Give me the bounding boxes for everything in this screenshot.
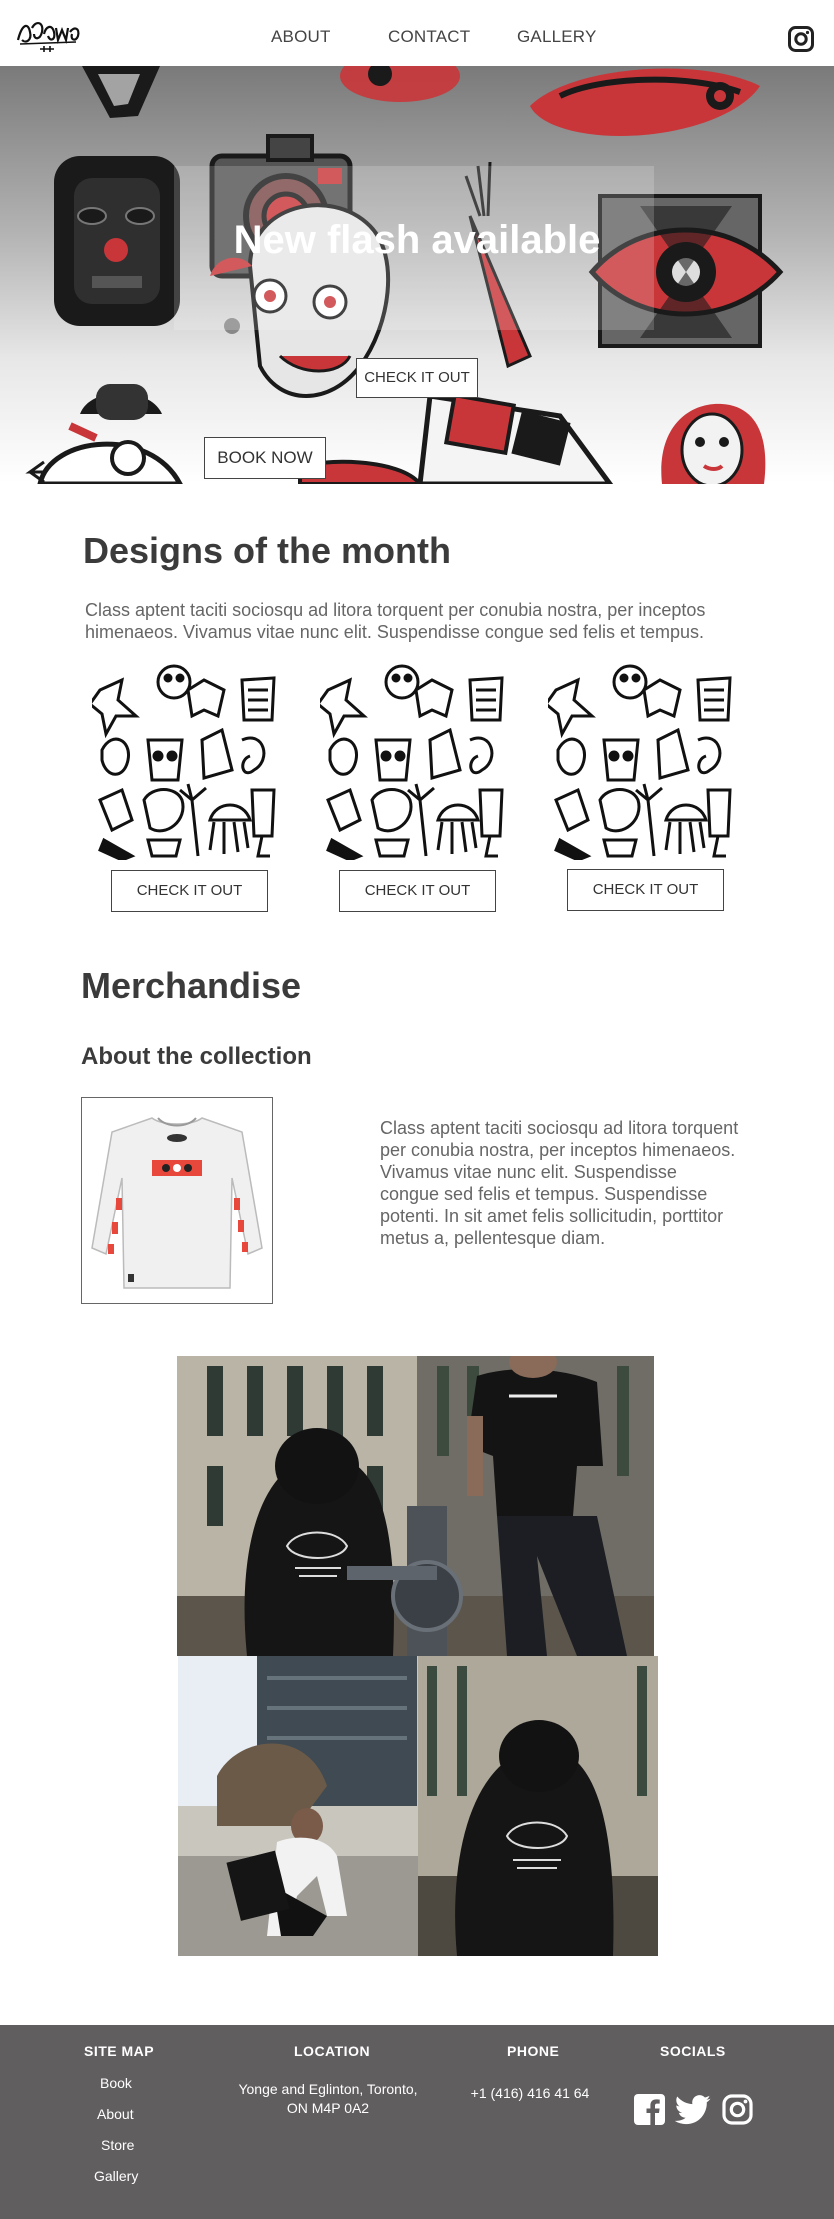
nav-contact[interactable]: CONTACT <box>388 27 470 47</box>
nav-gallery[interactable]: GALLERY <box>517 27 597 47</box>
page: ABOUT CONTACT GALLERY New flash availabl… <box>0 0 834 2219</box>
longsleeve-shirt-graphic <box>91 1117 263 1289</box>
site-footer: SITE MAP Book About Store Gallery LOCATI… <box>0 2025 834 2219</box>
design-card-1-label: CHECK IT OUT <box>136 882 243 899</box>
footer-phone-value[interactable]: +1 (416) 416 41 64 <box>460 2084 600 2103</box>
design-card-2-label: CHECK IT OUT <box>364 882 471 899</box>
twitter-icon[interactable] <box>675 2095 711 2125</box>
hero-banner: New flash available CHECK IT OUT BOOK NO… <box>0 66 834 484</box>
design-card-1-button[interactable]: CHECK IT OUT <box>111 870 268 912</box>
footer-link-gallery[interactable]: Gallery <box>94 2168 138 2184</box>
hero-check-label: CHECK IT OUT <box>364 369 470 386</box>
merch-description: Class aptent taciti sociosqu ad litora t… <box>380 1118 739 1248</box>
merch-shirt-image[interactable] <box>81 1097 273 1304</box>
design-card-3-button[interactable]: CHECK IT OUT <box>567 869 724 911</box>
hero-check-button[interactable]: CHECK IT OUT <box>356 358 478 398</box>
brand-logo[interactable] <box>14 14 84 54</box>
design-card-3-label: CHECK IT OUT <box>592 881 699 898</box>
flash-sheet-image[interactable] <box>548 660 738 860</box>
footer-location-heading: LOCATION <box>294 2043 371 2059</box>
site-header: ABOUT CONTACT GALLERY <box>0 0 834 66</box>
flash-sheet-image[interactable] <box>320 660 510 860</box>
designs-description: Class aptent taciti sociosqu ad litora t… <box>85 600 706 642</box>
footer-address-line2: ON M4P 0A2 <box>286 2100 370 2116</box>
footer-link-store[interactable]: Store <box>101 2137 134 2153</box>
footer-link-about[interactable]: About <box>97 2106 134 2122</box>
instagram-icon[interactable] <box>788 26 814 52</box>
hero-title: New flash available <box>233 218 601 262</box>
merch-subtitle: About the collection <box>81 1043 312 1070</box>
book-now-label: BOOK NOW <box>217 448 313 467</box>
merch-photo-collage[interactable] <box>177 1356 658 1957</box>
footer-address-line1: Yonge and Eglinton, Toronto, <box>238 2081 418 2097</box>
flash-sheet-image[interactable] <box>92 660 282 860</box>
facebook-icon[interactable] <box>634 2094 665 2125</box>
footer-socials-heading: SOCIALS <box>660 2043 726 2059</box>
footer-link-book[interactable]: Book <box>100 2075 132 2091</box>
footer-sitemap-heading: SITE MAP <box>84 2043 155 2059</box>
merch-title: Merchandise <box>81 965 302 1006</box>
design-card-2-button[interactable]: CHECK IT OUT <box>339 870 496 912</box>
designs-title: Designs of the month <box>83 530 451 571</box>
nav-about[interactable]: ABOUT <box>271 27 331 47</box>
instagram-icon[interactable] <box>722 2094 753 2125</box>
footer-phone-heading: PHONE <box>507 2043 560 2059</box>
book-now-button[interactable]: BOOK NOW <box>204 437 326 479</box>
